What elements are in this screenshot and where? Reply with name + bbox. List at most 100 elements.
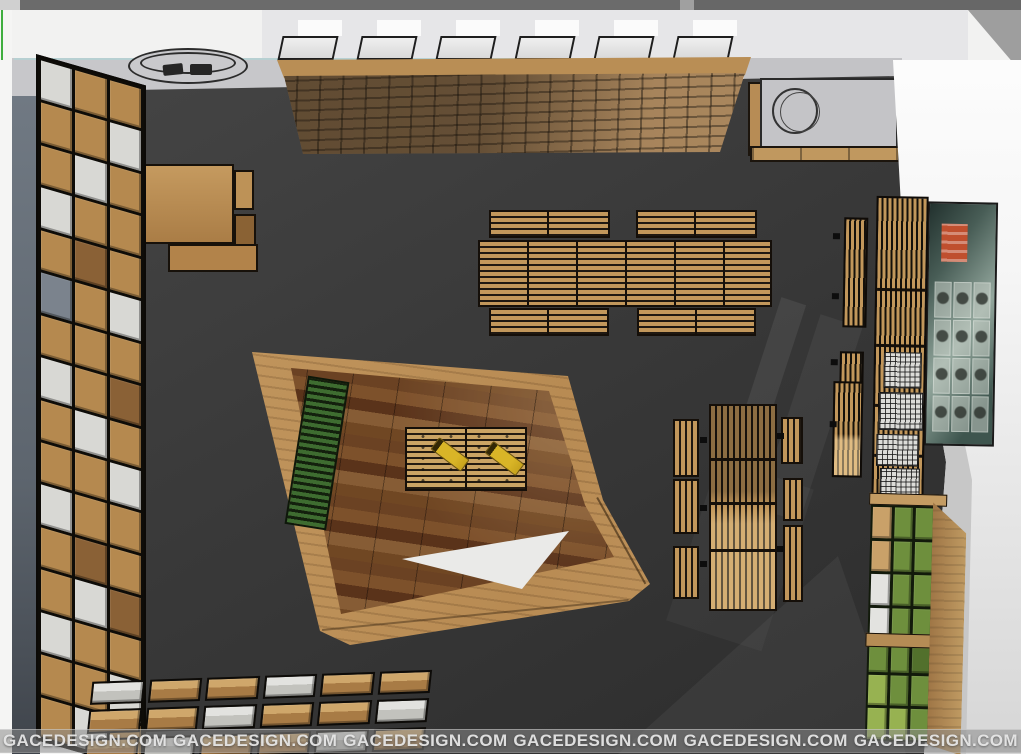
table-divider <box>711 549 775 552</box>
shelf-cell <box>317 700 372 725</box>
shelf-cell <box>915 508 934 539</box>
shelf-cell <box>75 198 106 246</box>
shelf-cell <box>952 358 970 394</box>
shelf-cell <box>110 420 141 468</box>
shelf-cell <box>933 358 951 394</box>
table-divider <box>547 310 549 334</box>
shelf-cell <box>953 320 971 356</box>
skylight-glow <box>298 20 342 36</box>
shelf-cell <box>110 123 141 171</box>
shelf-cell <box>41 400 72 448</box>
shelf-cell <box>41 188 72 236</box>
wire-basket <box>883 352 922 389</box>
green-shelf-side-panel <box>927 502 968 754</box>
connector-nub <box>777 546 784 552</box>
shelf-cell <box>870 574 889 605</box>
table-divider <box>694 212 696 236</box>
shelf-column-main <box>871 196 928 499</box>
shelf-cell <box>75 537 106 585</box>
shelf-cell <box>144 706 199 731</box>
platform-center-table <box>405 427 527 491</box>
bench <box>783 525 803 602</box>
bench <box>673 479 699 534</box>
shelf-cell <box>41 357 72 405</box>
top-band-corner <box>0 0 20 10</box>
bench <box>673 546 699 599</box>
display-table <box>636 210 757 238</box>
shelf-cell <box>41 273 72 321</box>
shelf-cell <box>110 207 141 255</box>
watermark-text: GACEDESIGN.COM <box>513 731 677 751</box>
shelf-cell <box>374 698 429 723</box>
shelf-cell <box>41 145 72 193</box>
table-divider <box>625 242 627 305</box>
shelf-cell <box>110 165 141 213</box>
green-shelf-grid <box>865 505 937 743</box>
display-table <box>489 308 609 336</box>
table-divider <box>723 242 725 305</box>
bench <box>783 478 803 521</box>
connector-nub <box>832 293 839 299</box>
shelf-cell <box>41 60 72 108</box>
shelf-cell <box>110 80 141 128</box>
watermark-text: GACEDESIGN.COM <box>854 731 1018 751</box>
connector-nub <box>700 437 707 443</box>
shelf-cell <box>259 702 314 727</box>
shelf-cell <box>202 704 257 729</box>
connector-nub <box>777 433 784 439</box>
shelf-cell <box>892 575 911 606</box>
shelf-cell <box>971 358 989 394</box>
shelf-column-segment <box>832 381 864 478</box>
table-divider <box>547 212 549 236</box>
shelf-cell <box>75 495 106 543</box>
left-wall-white <box>0 10 12 754</box>
axis-line <box>1 10 3 60</box>
shelf-cell <box>110 292 141 340</box>
connector-nub <box>830 421 837 427</box>
display-table-large <box>478 240 772 307</box>
wire-basket <box>876 434 919 467</box>
shelf-cell <box>914 575 933 606</box>
shelf-cell <box>110 504 141 552</box>
shelf-cell <box>320 672 375 697</box>
shelf-cell <box>110 250 141 298</box>
shelf-cell <box>205 676 260 701</box>
shelf-divider <box>876 344 924 348</box>
watermark-text: GACEDESIGN.COM <box>3 731 167 751</box>
table-divider <box>695 310 697 334</box>
connector-nub <box>700 561 707 567</box>
skylight-frame <box>277 36 338 60</box>
skylight-glow <box>614 20 658 36</box>
shelf-cell <box>147 678 202 703</box>
shelf-cell <box>868 675 887 706</box>
shelf-cell <box>973 282 991 318</box>
yellow-display-item <box>484 441 524 476</box>
desk-side <box>234 214 256 248</box>
spotlight-icon <box>190 64 212 75</box>
shelf-cell <box>110 632 141 680</box>
poster-image-grid <box>932 282 991 433</box>
shelf-cell <box>262 674 317 699</box>
cabinet-circle-inner <box>780 92 820 132</box>
skylight-frame <box>514 36 575 60</box>
shelf-cell <box>75 410 106 458</box>
shelf-cell <box>110 589 141 637</box>
shelf-cell <box>915 542 934 573</box>
right-slat-shelf <box>835 193 930 507</box>
shelf-cell <box>41 612 72 660</box>
shelf-cell <box>871 540 890 571</box>
shelf-cell <box>932 396 950 432</box>
skylight-frame <box>672 36 733 60</box>
watermark-text: GACEDESIGN.COM <box>684 731 848 751</box>
display-table <box>489 210 610 238</box>
shelf-cell <box>41 485 72 533</box>
table-light-overlay <box>711 406 775 609</box>
display-table-tall <box>709 404 777 611</box>
shelf-cell <box>893 541 912 572</box>
top-band-right <box>694 0 1021 10</box>
shelf-cell <box>75 452 106 500</box>
cabinet-wood-rail <box>750 146 900 162</box>
table-divider <box>711 502 775 505</box>
shelf-cell <box>110 377 141 425</box>
watermark-text: GACEDESIGN.COM <box>343 731 507 751</box>
